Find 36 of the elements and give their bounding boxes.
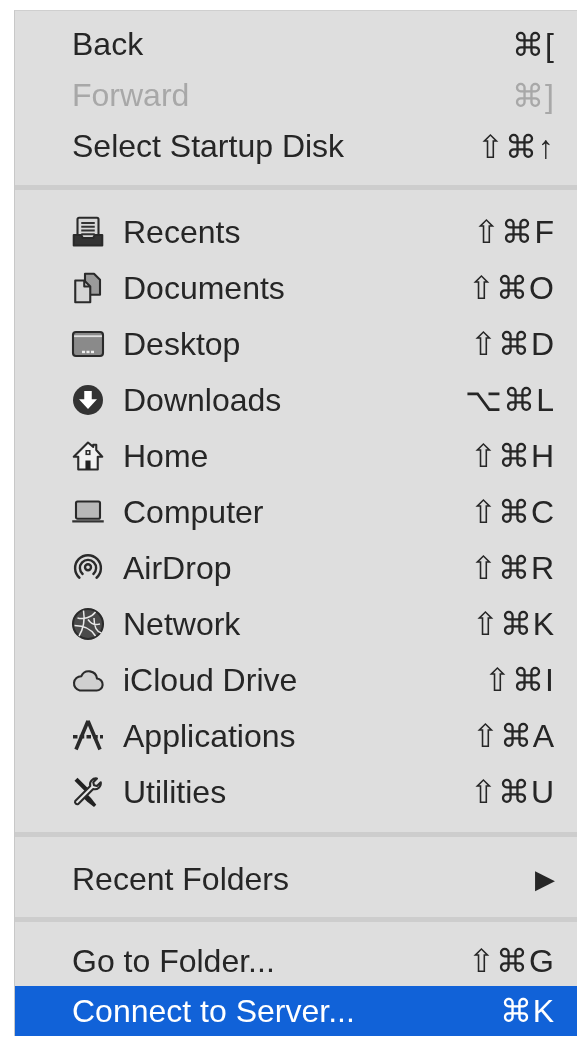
menu-item[interactable]: Recents ⇧⌘F [15, 204, 577, 260]
menu-item[interactable]: iCloud Drive ⇧⌘I [15, 652, 577, 708]
menu-item[interactable]: Documents ⇧⌘O [15, 260, 577, 316]
keyboard-shortcut: ⇧⌘↑ [477, 127, 555, 166]
keyboard-shortcut: ⇧⌘A [471, 717, 555, 755]
submenu-arrow: ▶ [535, 863, 555, 895]
keyboard-shortcut: ⇧⌘I [484, 661, 555, 699]
keyboard-shortcut: ⇧⌘R [469, 549, 555, 587]
menu-item[interactable]: Select Startup Disk ⇧⌘↑ [15, 121, 577, 172]
menu-item[interactable]: Computer ⇧⌘C [15, 484, 577, 540]
menu-item[interactable]: Desktop ⇧⌘D [15, 316, 577, 372]
keyboard-shortcut: ⇧⌘F [473, 213, 555, 251]
menu-item[interactable]: Home ⇧⌘H [15, 428, 577, 484]
menu-item[interactable]: Utilities ⇧⌘U [15, 764, 577, 820]
keyboard-shortcut: ⇧⌘K [471, 605, 555, 643]
globe-icon [70, 606, 106, 642]
download-icon [70, 382, 106, 418]
menu-item[interactable]: Go to Folder... ⇧⌘G [15, 936, 577, 986]
menu-item[interactable]: Downloads ⌥⌘L [15, 372, 577, 428]
menu-item[interactable]: Network ⇧⌘K [15, 596, 577, 652]
keyboard-shortcut: ⇧⌘C [469, 493, 555, 531]
keyboard-shortcut: ⇧⌘D [469, 325, 555, 363]
keyboard-shortcut: ⇧⌘U [469, 773, 555, 811]
submenu-item[interactable]: Recent Folders ▶ [15, 851, 577, 907]
keyboard-shortcut: ⌘[ [512, 25, 555, 64]
menu-item[interactable]: Applications ⇧⌘A [15, 708, 577, 764]
keyboard-shortcut: ⇧⌘G [468, 942, 555, 980]
keyboard-shortcut: ⌥⌘L [465, 381, 555, 419]
keyboard-shortcut: ⇧⌘O [468, 269, 555, 307]
keyboard-shortcut: ⌘K [499, 992, 555, 1030]
menu-item[interactable]: Back ⌘[ [15, 19, 577, 70]
menu-item[interactable]: AirDrop ⇧⌘R [15, 540, 577, 596]
keyboard-shortcut: ⌘] [512, 76, 555, 115]
menu-item[interactable]: Connect to Server... ⌘K [15, 986, 577, 1036]
keyboard-shortcut: ⇧⌘H [469, 437, 555, 475]
tray-icon [70, 214, 106, 250]
